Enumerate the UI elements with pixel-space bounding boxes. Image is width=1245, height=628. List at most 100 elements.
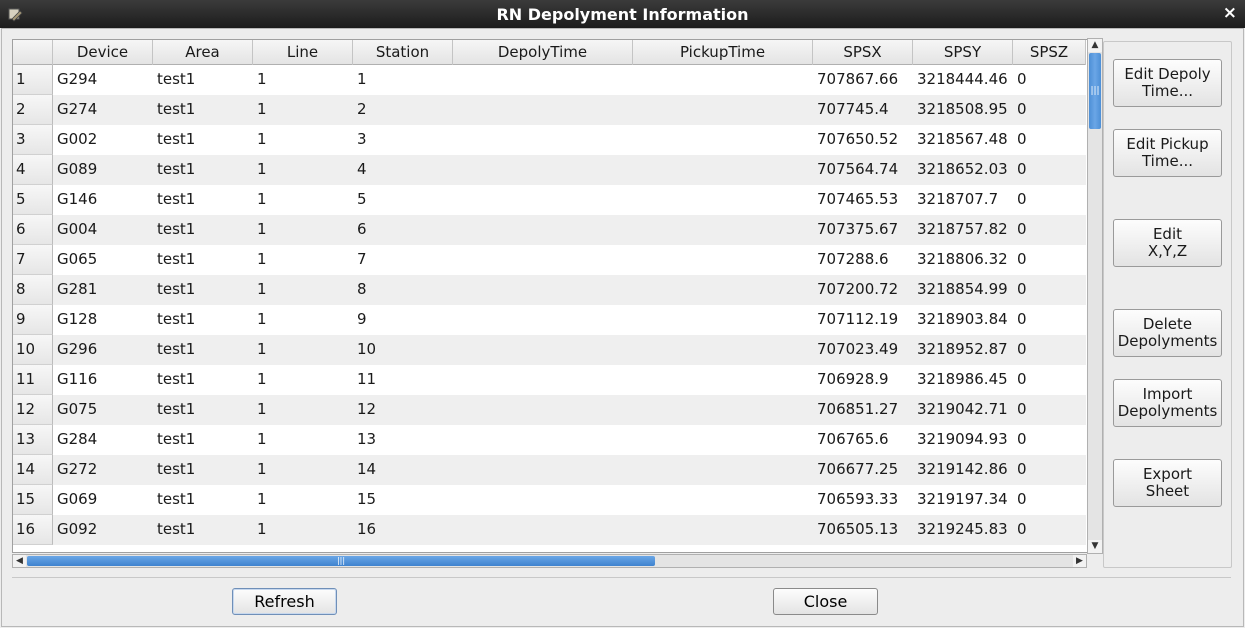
- spsy-cell[interactable]: 3219142.86: [913, 455, 1013, 485]
- station-cell[interactable]: 16: [353, 515, 453, 545]
- station-cell[interactable]: 14: [353, 455, 453, 485]
- spsz-cell[interactable]: 0: [1013, 215, 1086, 245]
- pickup-time-cell[interactable]: [633, 155, 813, 185]
- station-cell[interactable]: 15: [353, 485, 453, 515]
- spsy-cell[interactable]: 3218986.45: [913, 365, 1013, 395]
- row-number[interactable]: 8: [13, 275, 53, 305]
- vertical-scroll-thumb[interactable]: |||: [1089, 53, 1101, 129]
- spsz-cell[interactable]: 0: [1013, 275, 1086, 305]
- station-cell[interactable]: 5: [353, 185, 453, 215]
- device-cell[interactable]: G116: [53, 365, 153, 395]
- pickup-time-cell[interactable]: [633, 395, 813, 425]
- spsy-cell[interactable]: 3218952.87: [913, 335, 1013, 365]
- spsy-cell[interactable]: 3218903.84: [913, 305, 1013, 335]
- deploy-time-cell[interactable]: [453, 425, 633, 455]
- spsx-cell[interactable]: 707112.19: [813, 305, 913, 335]
- deploy-time-cell[interactable]: [453, 395, 633, 425]
- deploy-time-cell[interactable]: [453, 275, 633, 305]
- edit-deploy-time-button[interactable]: Edit Depoly Time...: [1113, 59, 1222, 107]
- table-row[interactable]: 12 G075 test1 1 12 706851.27 3219042.71 0: [13, 395, 1086, 425]
- station-cell[interactable]: 10: [353, 335, 453, 365]
- spsy-cell[interactable]: 3218567.48: [913, 125, 1013, 155]
- spsx-cell[interactable]: 707375.67: [813, 215, 913, 245]
- spsz-cell[interactable]: 0: [1013, 425, 1086, 455]
- table-row[interactable]: 3 G002 test1 1 3 707650.52 3218567.48 0: [13, 125, 1086, 155]
- device-cell[interactable]: G146: [53, 185, 153, 215]
- spsx-cell[interactable]: 707867.66: [813, 65, 913, 95]
- spsx-cell[interactable]: 707200.72: [813, 275, 913, 305]
- spsy-cell[interactable]: 3218707.7: [913, 185, 1013, 215]
- line-cell[interactable]: 1: [253, 305, 353, 335]
- area-cell[interactable]: test1: [153, 395, 253, 425]
- table-row[interactable]: 7 G065 test1 1 7 707288.6 3218806.32 0: [13, 245, 1086, 275]
- line-cell[interactable]: 1: [253, 245, 353, 275]
- scroll-right-icon[interactable]: ▶: [1073, 555, 1086, 567]
- row-number[interactable]: 11: [13, 365, 53, 395]
- table-row[interactable]: 15 G069 test1 1 15 706593.33 3219197.34 0: [13, 485, 1086, 515]
- table-row[interactable]: 5 G146 test1 1 5 707465.53 3218707.7 0: [13, 185, 1086, 215]
- spsx-cell[interactable]: 707023.49: [813, 335, 913, 365]
- column-header-device[interactable]: Device: [53, 40, 153, 65]
- device-cell[interactable]: G284: [53, 425, 153, 455]
- deploy-time-cell[interactable]: [453, 95, 633, 125]
- station-cell[interactable]: 9: [353, 305, 453, 335]
- row-number[interactable]: 5: [13, 185, 53, 215]
- device-cell[interactable]: G075: [53, 395, 153, 425]
- area-cell[interactable]: test1: [153, 305, 253, 335]
- area-cell[interactable]: test1: [153, 455, 253, 485]
- area-cell[interactable]: test1: [153, 65, 253, 95]
- device-cell[interactable]: G089: [53, 155, 153, 185]
- spsy-cell[interactable]: 3218508.95: [913, 95, 1013, 125]
- line-cell[interactable]: 1: [253, 185, 353, 215]
- station-cell[interactable]: 12: [353, 395, 453, 425]
- spsx-cell[interactable]: 706677.25: [813, 455, 913, 485]
- line-cell[interactable]: 1: [253, 215, 353, 245]
- spsx-cell[interactable]: 706765.6: [813, 425, 913, 455]
- table-row[interactable]: 11 G116 test1 1 11 706928.9 3218986.45 0: [13, 365, 1086, 395]
- spsy-cell[interactable]: 3218854.99: [913, 275, 1013, 305]
- spsy-cell[interactable]: 3219042.71: [913, 395, 1013, 425]
- area-cell[interactable]: test1: [153, 185, 253, 215]
- spsy-cell[interactable]: 3218806.32: [913, 245, 1013, 275]
- column-header-spsy[interactable]: SPSY: [913, 40, 1013, 65]
- spsx-cell[interactable]: 706593.33: [813, 485, 913, 515]
- device-cell[interactable]: G128: [53, 305, 153, 335]
- scroll-down-icon[interactable]: ▼: [1088, 540, 1102, 553]
- station-cell[interactable]: 8: [353, 275, 453, 305]
- pickup-time-cell[interactable]: [633, 95, 813, 125]
- deploy-time-cell[interactable]: [453, 215, 633, 245]
- area-cell[interactable]: test1: [153, 275, 253, 305]
- area-cell[interactable]: test1: [153, 125, 253, 155]
- edit-pickup-time-button[interactable]: Edit Pickup Time...: [1113, 129, 1222, 177]
- row-number[interactable]: 15: [13, 485, 53, 515]
- line-cell[interactable]: 1: [253, 395, 353, 425]
- device-cell[interactable]: G004: [53, 215, 153, 245]
- scroll-left-icon[interactable]: ◀: [13, 555, 26, 567]
- station-cell[interactable]: 4: [353, 155, 453, 185]
- spsx-cell[interactable]: 707564.74: [813, 155, 913, 185]
- line-cell[interactable]: 1: [253, 95, 353, 125]
- row-number[interactable]: 9: [13, 305, 53, 335]
- table-row[interactable]: 4 G089 test1 1 4 707564.74 3218652.03 0: [13, 155, 1086, 185]
- device-cell[interactable]: G281: [53, 275, 153, 305]
- area-cell[interactable]: test1: [153, 245, 253, 275]
- row-number[interactable]: 13: [13, 425, 53, 455]
- deploy-time-cell[interactable]: [453, 455, 633, 485]
- line-cell[interactable]: 1: [253, 275, 353, 305]
- row-number[interactable]: 12: [13, 395, 53, 425]
- table-row[interactable]: 8 G281 test1 1 8 707200.72 3218854.99 0: [13, 275, 1086, 305]
- table-row[interactable]: 14 G272 test1 1 14 706677.25 3219142.86 0: [13, 455, 1086, 485]
- device-cell[interactable]: G296: [53, 335, 153, 365]
- spsz-cell[interactable]: 0: [1013, 305, 1086, 335]
- table-row[interactable]: 9 G128 test1 1 9 707112.19 3218903.84 0: [13, 305, 1086, 335]
- pickup-time-cell[interactable]: [633, 125, 813, 155]
- device-cell[interactable]: G274: [53, 95, 153, 125]
- spsz-cell[interactable]: 0: [1013, 335, 1086, 365]
- pickup-time-cell[interactable]: [633, 305, 813, 335]
- pickup-time-cell[interactable]: [633, 485, 813, 515]
- scroll-up-icon[interactable]: ▲: [1088, 39, 1102, 52]
- row-number[interactable]: 6: [13, 215, 53, 245]
- spsz-cell[interactable]: 0: [1013, 485, 1086, 515]
- device-cell[interactable]: G272: [53, 455, 153, 485]
- column-header-spsz[interactable]: SPSZ: [1013, 40, 1086, 65]
